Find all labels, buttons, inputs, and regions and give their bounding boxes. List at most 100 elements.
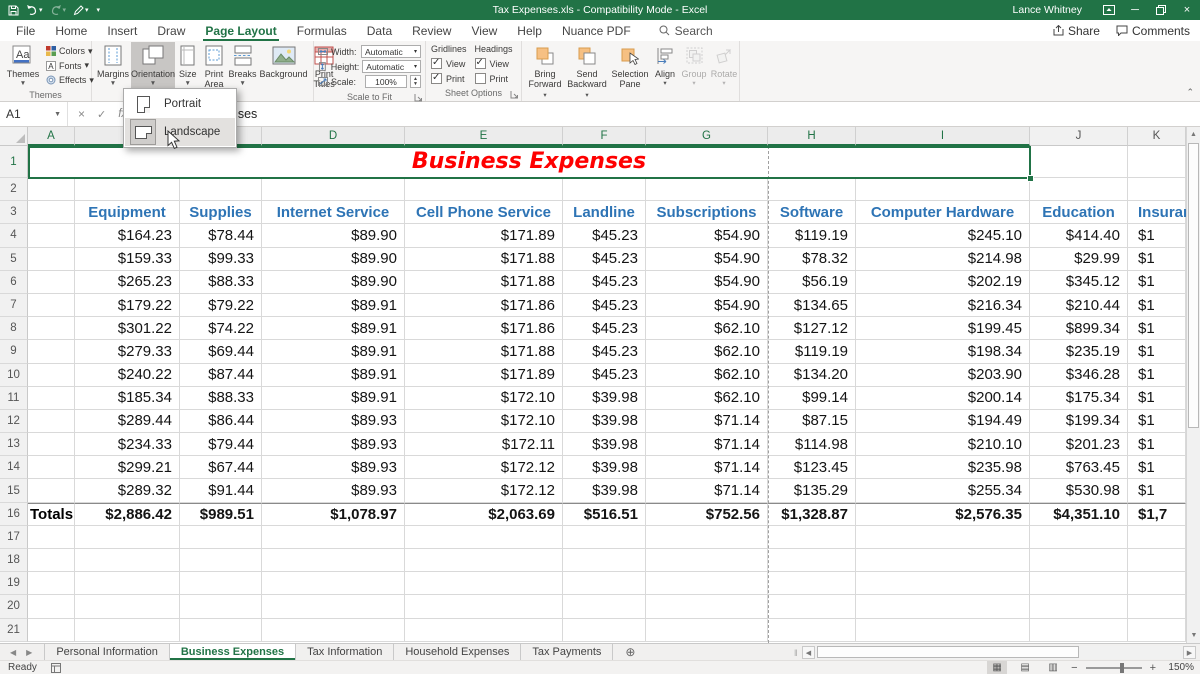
cell-F4[interactable]: $45.23 (563, 224, 646, 247)
cell-K6[interactable]: $1 (1128, 271, 1186, 294)
menu-tab-page-layout[interactable]: Page Layout (195, 20, 286, 41)
cell-E6[interactable]: $171.88 (405, 271, 563, 294)
cell-I8[interactable]: $199.45 (856, 317, 1030, 340)
cell-A3[interactable] (28, 201, 75, 224)
cell-I3[interactable]: Computer Hardware (856, 201, 1030, 224)
cell-J13[interactable]: $201.23 (1030, 433, 1128, 456)
cell-K19[interactable] (1128, 572, 1186, 595)
cell-I5[interactable]: $214.98 (856, 248, 1030, 271)
cell-I17[interactable] (856, 526, 1030, 549)
cell-F2[interactable] (563, 178, 646, 201)
cell-J14[interactable]: $763.45 (1030, 456, 1128, 479)
cell-I21[interactable] (856, 619, 1030, 642)
cell-G3[interactable]: Subscriptions (646, 201, 768, 224)
cell-K7[interactable]: $1 (1128, 294, 1186, 317)
cell-G12[interactable]: $71.14 (646, 410, 768, 433)
cell-J2[interactable] (1030, 178, 1128, 201)
cell-E2[interactable] (405, 178, 563, 201)
cell-B15[interactable]: $289.32 (75, 479, 180, 502)
cell-I4[interactable]: $245.10 (856, 224, 1030, 247)
cell-D12[interactable]: $89.93 (262, 410, 405, 433)
save-icon[interactable] (8, 5, 19, 16)
cell-C16[interactable]: $989.51 (180, 503, 262, 526)
cell-G7[interactable]: $54.90 (646, 294, 768, 317)
cell-C13[interactable]: $79.44 (180, 433, 262, 456)
cell-H2[interactable] (768, 178, 856, 201)
row-header-19[interactable]: 19 (0, 572, 28, 595)
cell-F21[interactable] (563, 619, 646, 642)
column-header-D[interactable]: D (262, 127, 405, 146)
cell-D8[interactable]: $89.91 (262, 317, 405, 340)
sheet-options-dialog-launcher[interactable] (510, 90, 519, 99)
cell-F14[interactable]: $39.98 (563, 456, 646, 479)
cell-G20[interactable] (646, 595, 768, 618)
cell-E9[interactable]: $171.88 (405, 340, 563, 363)
cell-F18[interactable] (563, 549, 646, 572)
cell-B18[interactable] (75, 549, 180, 572)
cell-H17[interactable] (768, 526, 856, 549)
cell-G18[interactable] (646, 549, 768, 572)
cell-H8[interactable]: $127.12 (768, 317, 856, 340)
cell-E13[interactable]: $172.11 (405, 433, 563, 456)
cell-G15[interactable]: $71.14 (646, 479, 768, 502)
cell-F17[interactable] (563, 526, 646, 549)
row-header-4[interactable]: 4 (0, 224, 28, 247)
cell-K18[interactable] (1128, 549, 1186, 572)
cell-E8[interactable]: $171.86 (405, 317, 563, 340)
cell-H21[interactable] (768, 619, 856, 642)
row-header-6[interactable]: 6 (0, 271, 28, 294)
cell-B8[interactable]: $301.22 (75, 317, 180, 340)
sheet-tab-household-expenses[interactable]: Household Expenses (394, 644, 521, 660)
cell-C19[interactable] (180, 572, 262, 595)
menu-tab-draw[interactable]: Draw (147, 20, 195, 41)
cell-G21[interactable] (646, 619, 768, 642)
cell-J21[interactable] (1030, 619, 1128, 642)
menu-tab-insert[interactable]: Insert (97, 20, 147, 41)
cell-C5[interactable]: $99.33 (180, 248, 262, 271)
ribbon-display-options-icon[interactable] (1096, 0, 1122, 20)
cell-J18[interactable] (1030, 549, 1128, 572)
cell-I15[interactable]: $255.34 (856, 479, 1030, 502)
cell-B17[interactable] (75, 526, 180, 549)
row-header-8[interactable]: 8 (0, 317, 28, 340)
cell-D18[interactable] (262, 549, 405, 572)
menu-tab-review[interactable]: Review (402, 20, 461, 41)
cell-D3[interactable]: Internet Service (262, 201, 405, 224)
cell-D13[interactable]: $89.93 (262, 433, 405, 456)
cell-D9[interactable]: $89.91 (262, 340, 405, 363)
scroll-left-icon[interactable]: ◀ (802, 646, 815, 659)
cell-J17[interactable] (1030, 526, 1128, 549)
cell-C7[interactable]: $79.22 (180, 294, 262, 317)
background-button[interactable]: Background (258, 42, 310, 101)
cell-H16[interactable]: $1,328.87 (768, 503, 856, 526)
cell-E15[interactable]: $172.12 (405, 479, 563, 502)
cell-F15[interactable]: $39.98 (563, 479, 646, 502)
row-header-17[interactable]: 17 (0, 526, 28, 549)
cell-J7[interactable]: $210.44 (1030, 294, 1128, 317)
column-header-F[interactable]: F (563, 127, 646, 146)
cell-H18[interactable] (768, 549, 856, 572)
cell-E11[interactable]: $172.10 (405, 387, 563, 410)
column-header-I[interactable]: I (856, 127, 1030, 146)
cell-A5[interactable] (28, 248, 75, 271)
tab-split-handle[interactable]: ‖ (794, 648, 799, 658)
cell-G9[interactable]: $62.10 (646, 340, 768, 363)
cell-A7[interactable] (28, 294, 75, 317)
cell-F20[interactable] (563, 595, 646, 618)
cell-A11[interactable] (28, 387, 75, 410)
row-header-14[interactable]: 14 (0, 456, 28, 479)
cell-E3[interactable]: Cell Phone Service (405, 201, 563, 224)
height-select[interactable]: Automatic▾ (362, 60, 421, 73)
customize-qat-icon[interactable]: ▾ (96, 6, 101, 14)
cell-K15[interactable]: $1 (1128, 479, 1186, 502)
cell-K16[interactable]: $1,7 (1128, 503, 1186, 526)
orientation-option-landscape[interactable]: Landscape (125, 118, 235, 146)
cell-A9[interactable] (28, 340, 75, 363)
cell-K2[interactable] (1128, 178, 1186, 201)
sheet-tab-tax-information[interactable]: Tax Information (296, 644, 394, 660)
cell-I9[interactable]: $198.34 (856, 340, 1030, 363)
cell-K4[interactable]: $1 (1128, 224, 1186, 247)
effects-button[interactable]: Effects▾ (43, 73, 97, 87)
cell-C21[interactable] (180, 619, 262, 642)
send-backward-button[interactable]: Send Backward ▾ (565, 42, 609, 101)
